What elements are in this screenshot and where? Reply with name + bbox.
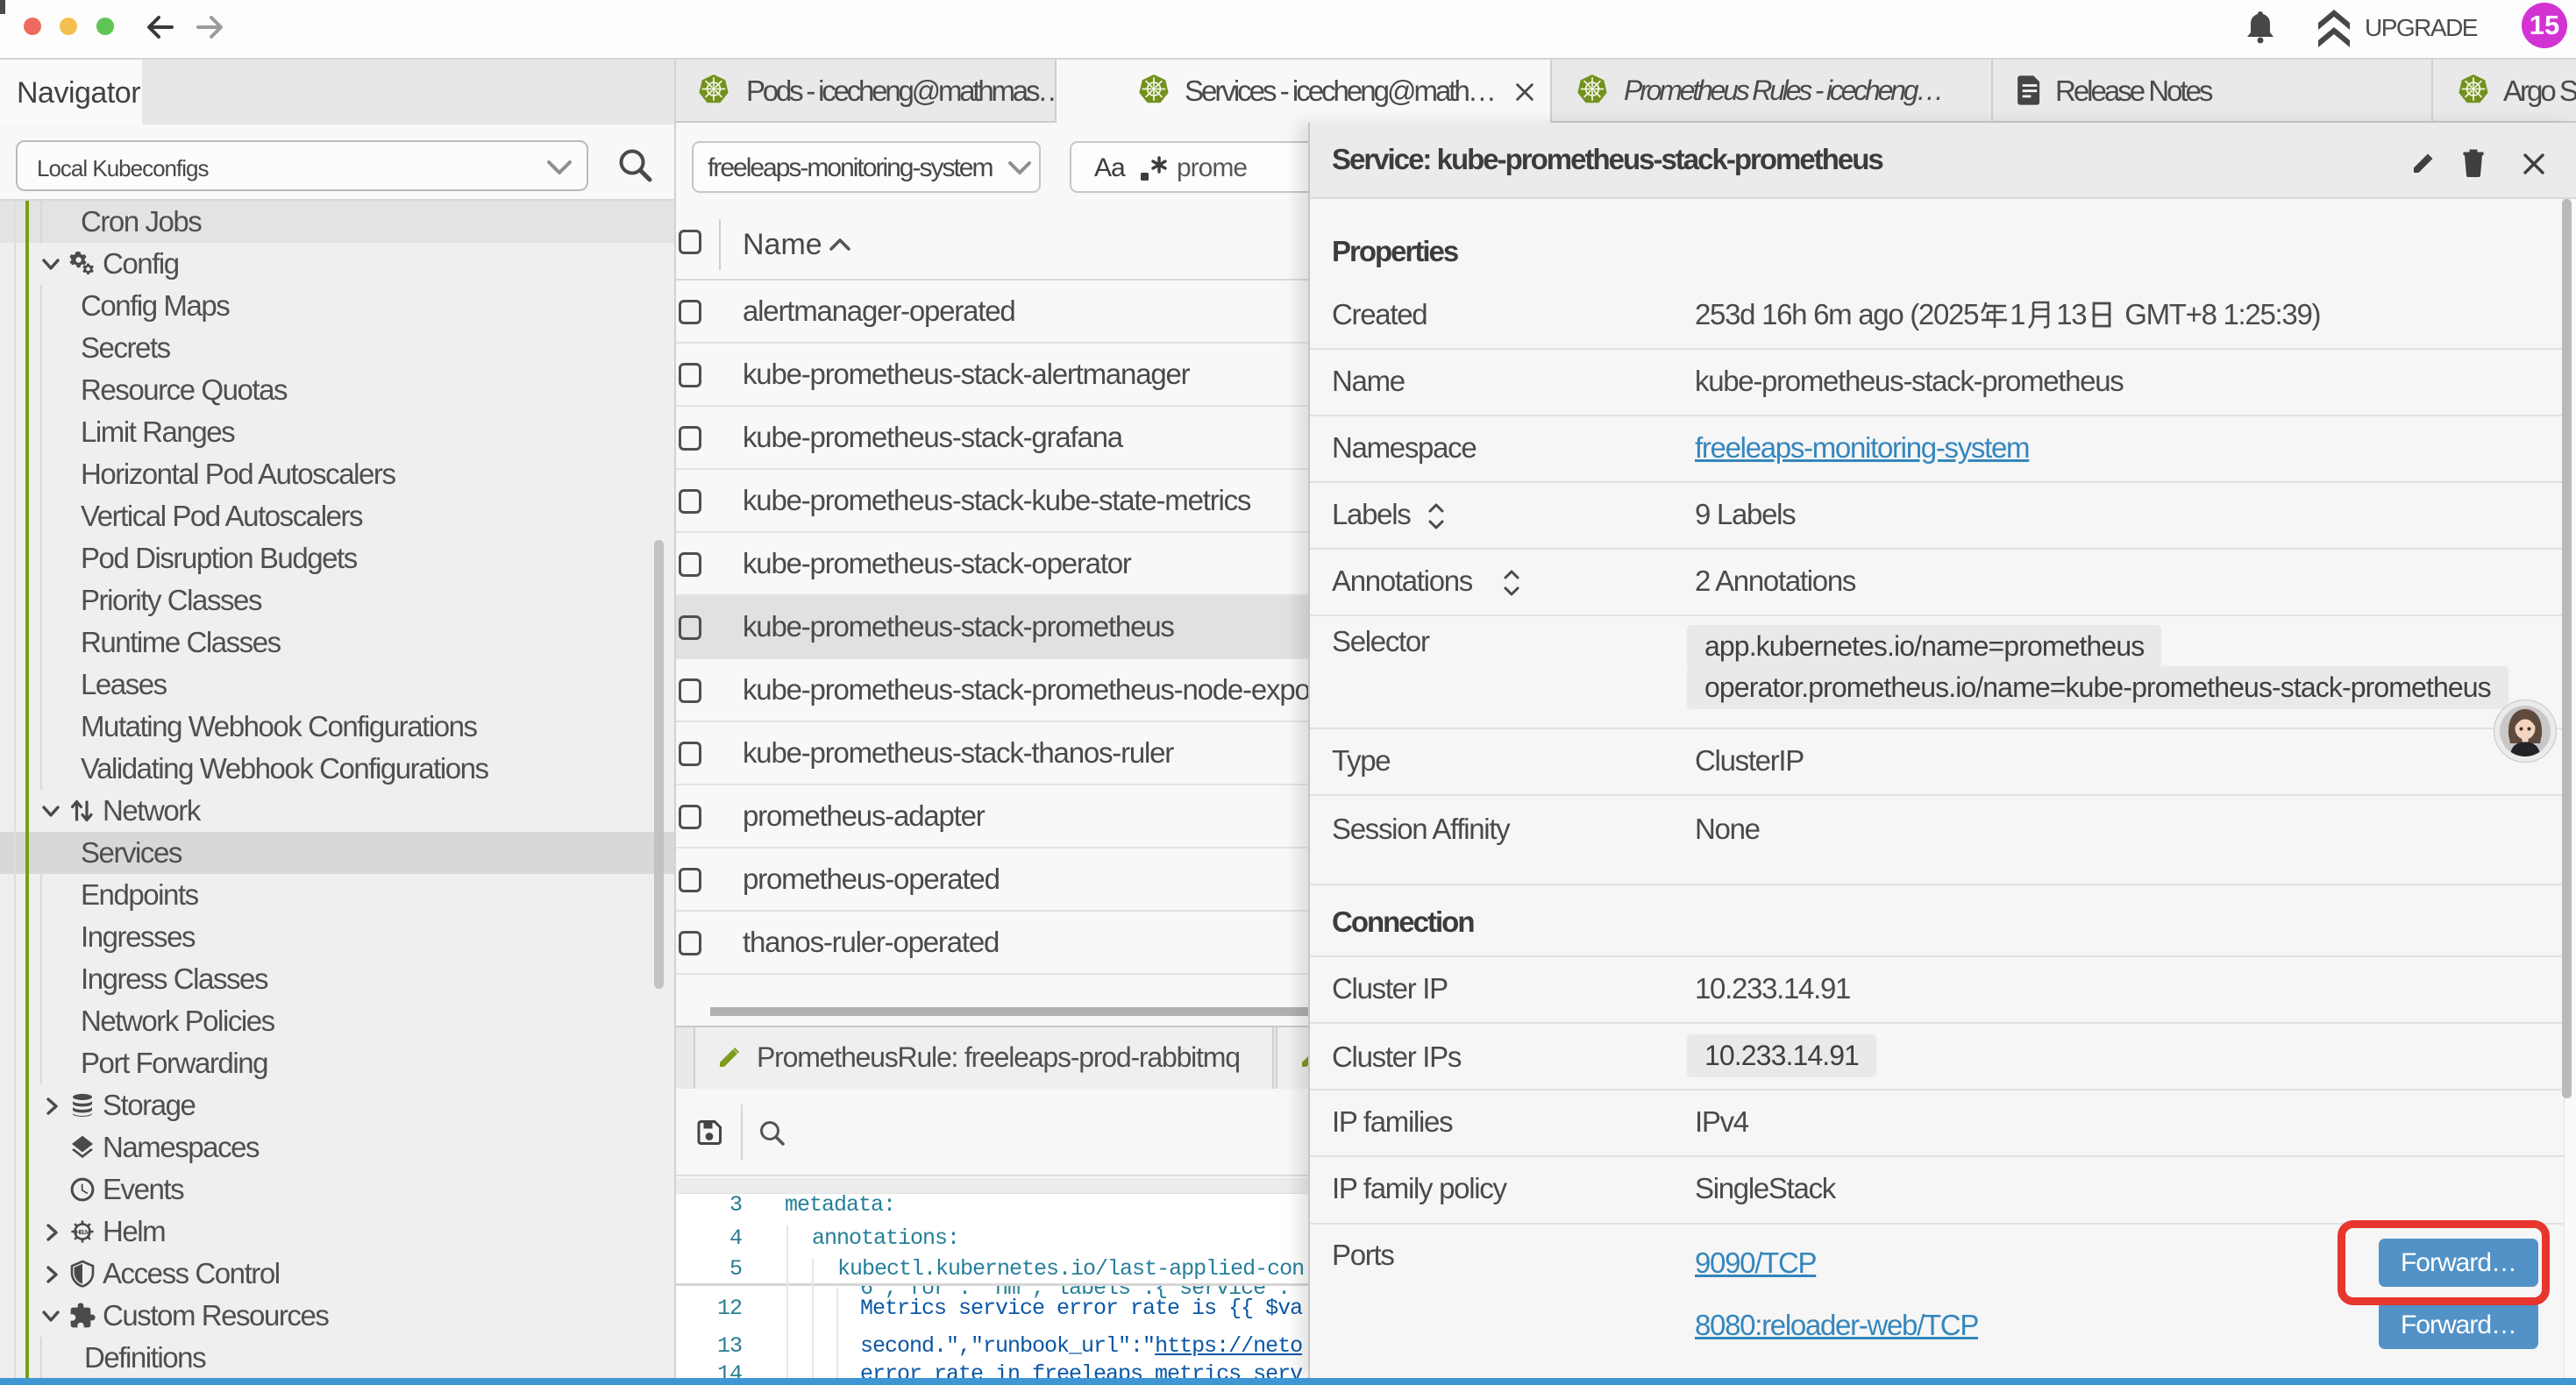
svg-text:HELM: HELM bbox=[75, 1228, 90, 1236]
